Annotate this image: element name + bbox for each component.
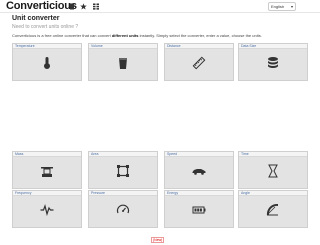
page-title: Unit converter	[12, 15, 60, 22]
glass-icon	[116, 56, 130, 70]
new-badge: (New)	[151, 237, 165, 243]
language-label: English	[271, 4, 285, 9]
card-label: Mass	[13, 152, 81, 157]
database-icon	[266, 56, 280, 70]
card-label: Time	[239, 152, 307, 157]
protractor-icon	[266, 203, 280, 217]
converter-card-volume[interactable]: Volume	[88, 43, 158, 81]
waveform-icon	[40, 203, 54, 217]
trash-icon[interactable]	[68, 2, 75, 10]
thermometer-icon	[40, 56, 54, 70]
card-label: Temperature	[13, 44, 81, 49]
gauge-icon	[116, 203, 130, 217]
grid-list-icon[interactable]	[92, 2, 99, 10]
battery-icon	[192, 203, 206, 217]
converter-card-pressure[interactable]: Pressure	[88, 190, 158, 228]
card-label: Frequency	[13, 191, 81, 196]
card-label: Speed	[165, 152, 233, 157]
card-label: Distance	[165, 44, 233, 49]
converter-card-time[interactable]: Time	[238, 151, 308, 189]
card-label: Pressure	[89, 191, 157, 196]
language-select[interactable]: English ▾	[268, 2, 296, 11]
chevron-down-icon: ▾	[290, 4, 293, 9]
star-icon[interactable]	[80, 2, 87, 10]
top-icons	[68, 2, 99, 10]
converter-card-frequency[interactable]: Frequency	[12, 190, 82, 228]
card-label: Volume	[89, 44, 157, 49]
converter-card-area[interactable]: Area	[88, 151, 158, 189]
card-label: Angle	[239, 191, 307, 196]
card-label: Area	[89, 152, 157, 157]
ruler-icon	[192, 56, 206, 70]
scale-icon	[40, 164, 54, 178]
converter-card-angle[interactable]: Angle	[238, 190, 308, 228]
clock-icon	[266, 164, 280, 178]
top-bar: Converticious English ▾	[0, 0, 320, 13]
converter-card-energy[interactable]: Energy	[164, 190, 234, 228]
intro-text: Converticious is a free online converter…	[12, 33, 262, 38]
converter-card-data-size[interactable]: Data Size	[238, 43, 308, 81]
converter-card-speed[interactable]: Speed	[164, 151, 234, 189]
page-subtitle: Need to convert units online ?	[12, 24, 79, 30]
site-logo[interactable]: Converticious	[6, 0, 77, 13]
card-label: Energy	[165, 191, 233, 196]
car-icon	[192, 164, 206, 178]
converter-card-distance[interactable]: Distance	[164, 43, 234, 81]
card-label: Data Size	[239, 44, 307, 49]
converter-card-temperature[interactable]: Temperature	[12, 43, 82, 81]
area-icon	[116, 164, 130, 178]
converter-card-mass[interactable]: Mass	[12, 151, 82, 189]
